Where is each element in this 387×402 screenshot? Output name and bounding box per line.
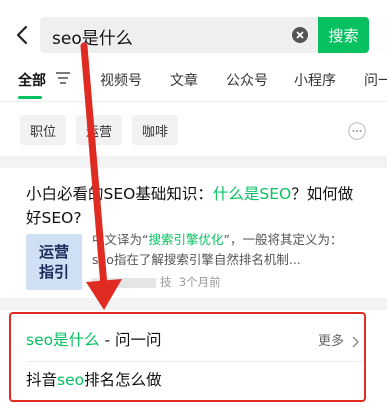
tab-channels[interactable]: 视频号 <box>100 70 142 90</box>
chip-operations[interactable]: 运营 <box>76 115 123 145</box>
search-header: seo是什么 搜索 <box>0 0 387 70</box>
tab-all[interactable]: 全部 <box>18 70 46 90</box>
search-button[interactable]: 搜索 <box>318 17 369 53</box>
more-link[interactable]: 更多 <box>318 330 360 349</box>
search-result-article[interactable]: 小白必看的SEO基础知识：什么是SEO？如何做好SEO? 运营 指引 中文译为“… <box>0 168 387 298</box>
blurred-source <box>92 277 156 288</box>
tab-mini-programs[interactable]: 小程序 <box>294 70 336 90</box>
search-input[interactable]: seo是什么 <box>40 17 318 53</box>
section-gap <box>0 156 387 168</box>
suggestion-chips: 职位 运营 咖啡 <box>0 104 387 156</box>
more-icon[interactable] <box>348 122 366 140</box>
active-tab-indicator <box>18 96 42 99</box>
back-arrow-icon[interactable] <box>12 24 34 46</box>
clear-icon[interactable] <box>292 27 308 43</box>
chip-job[interactable]: 职位 <box>20 115 67 145</box>
search-query[interactable]: seo是什么 <box>52 24 133 49</box>
divider <box>0 101 387 102</box>
divider <box>26 361 366 362</box>
tab-official-accounts[interactable]: 公众号 <box>226 70 268 90</box>
chip-coffee[interactable]: 咖啡 <box>132 115 179 145</box>
article-meta: 技 3个月前 <box>92 274 221 290</box>
article-title[interactable]: 小白必看的SEO基础知识：什么是SEO？如何做好SEO? <box>26 182 366 230</box>
qa-item[interactable]: 抖音seo排名怎么做 <box>26 368 162 390</box>
section-gap <box>0 298 387 310</box>
category-tabs: 全部 视频号 文章 公众号 小程序 问一 <box>0 66 387 100</box>
article-thumbnail: 运营 指引 <box>26 234 82 290</box>
qa-section: seo是什么 - 问一问 更多 抖音seo排名怎么做 <box>0 310 387 389</box>
article-snippet: 中文译为“搜索引擎优化”，一般将其定义为：seo指在了解搜索引擎自然排名机制..… <box>92 232 343 267</box>
tab-ask[interactable]: 问一 <box>364 70 387 90</box>
tab-articles[interactable]: 文章 <box>170 70 198 90</box>
filter-icon[interactable] <box>56 72 70 84</box>
qa-title[interactable]: seo是什么 - 问一问 <box>26 328 162 350</box>
chevron-right-icon <box>352 336 360 347</box>
